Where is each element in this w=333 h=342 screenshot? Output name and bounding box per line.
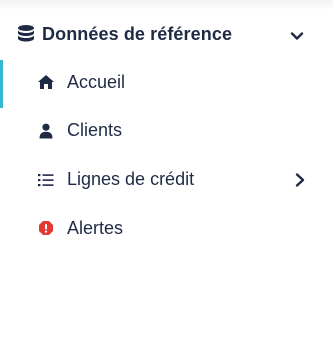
menu-item-accueil[interactable]: Accueil	[0, 60, 333, 108]
chevron-down-icon[interactable]	[289, 28, 305, 44]
home-icon	[38, 75, 54, 89]
active-indicator	[0, 60, 3, 108]
menu-item-lignes-de-credit[interactable]: Lignes de crédit	[0, 159, 333, 199]
menu-item-label: Accueil	[67, 72, 126, 92]
database-icon	[18, 25, 34, 42]
top-shadow	[0, 0, 333, 10]
chevron-right-icon[interactable]	[293, 172, 307, 188]
section-header-reference-data[interactable]: Données de référence	[0, 18, 333, 54]
user-icon	[39, 123, 53, 139]
menu-item-clients[interactable]: Clients	[0, 110, 333, 150]
list-icon	[38, 174, 54, 187]
section-title: Données de référence	[42, 24, 233, 44]
menu-item-label: Clients	[67, 120, 123, 140]
menu-item-label: Alertes	[67, 218, 124, 238]
menu-item-alertes[interactable]: Alertes	[0, 208, 333, 248]
alert-octagon-icon	[39, 221, 53, 235]
menu-item-label: Lignes de crédit	[67, 169, 195, 189]
